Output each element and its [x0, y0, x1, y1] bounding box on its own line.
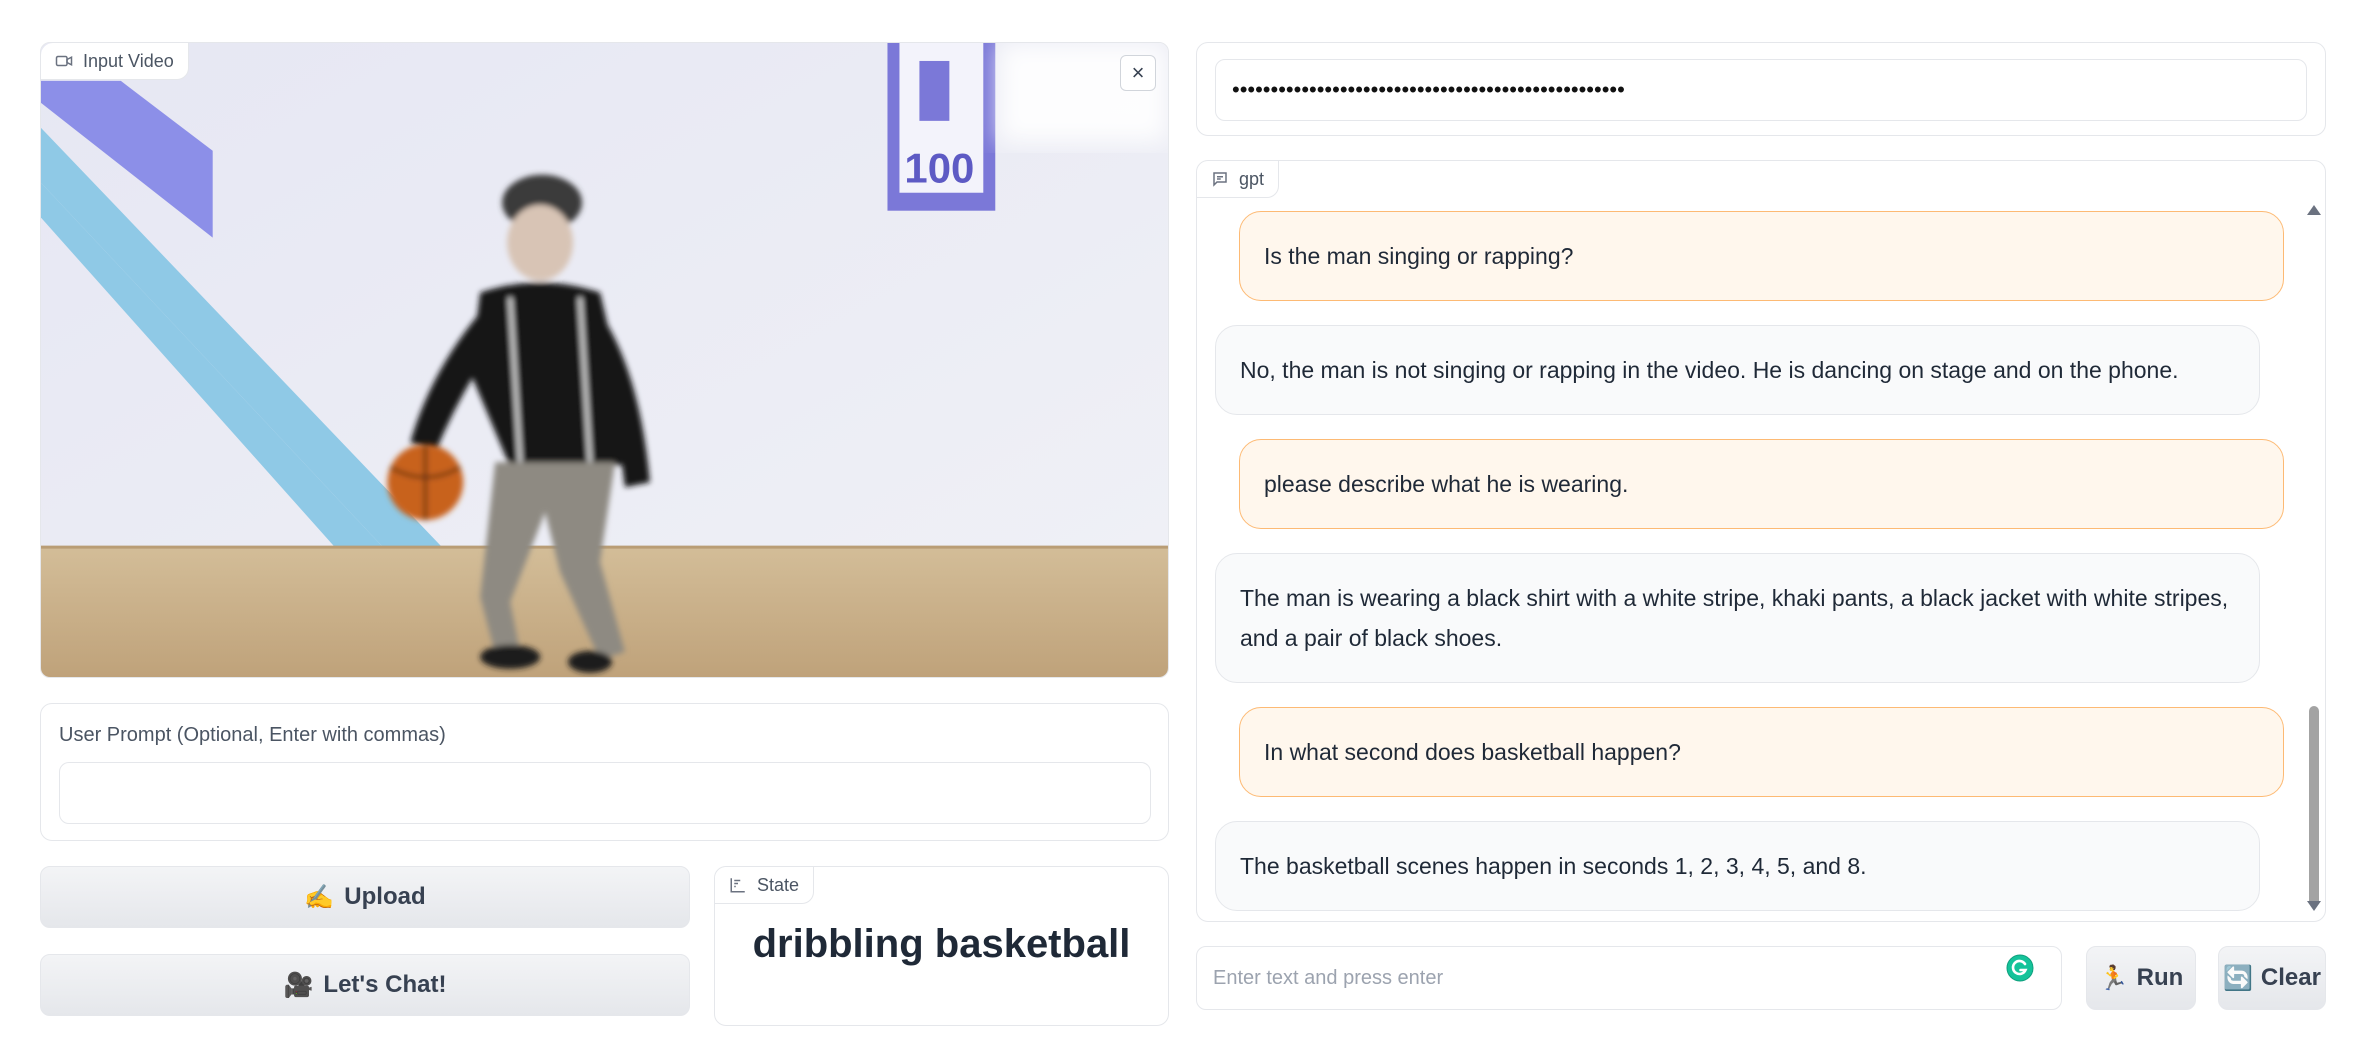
chat-bubble-icon: [1213, 172, 1227, 187]
state-panel: State dribbling basketball: [714, 866, 1169, 1026]
user-prompt-label: User Prompt (Optional, Enter with commas…: [59, 724, 446, 746]
message-text: In what second does basketball happen?: [1264, 739, 1681, 765]
message-text: The man is wearing a black shirt with a …: [1240, 585, 2229, 651]
basketball: [387, 444, 464, 521]
message-text: please describe what he is wearing.: [1264, 471, 1629, 497]
message-text: No, the man is not singing or rapping in…: [1240, 357, 2179, 383]
wall-sign: 100: [887, 43, 996, 211]
input-video-label-tag: Input Video: [41, 43, 189, 80]
refresh-icon: 🔄: [2223, 964, 2253, 992]
input-video-panel[interactable]: Input Video × 100: [40, 42, 1169, 678]
clear-button[interactable]: 🔄 Clear: [2218, 946, 2326, 1010]
input-video-label: Input Video: [83, 50, 174, 71]
chat-message-list[interactable]: Is the man singing or rapping? No, the m…: [1197, 161, 2325, 921]
close-video-button[interactable]: ×: [1120, 55, 1156, 91]
bar-chart-icon: [730, 878, 745, 893]
wall-sign-text: 100: [904, 145, 974, 192]
writing-hand-icon: ✍️: [304, 883, 335, 911]
chatbot-label-tag: gpt: [1197, 161, 1280, 198]
chatbot-label: gpt: [1239, 168, 1265, 189]
chat-scrollbar-thumb[interactable]: [2309, 706, 2319, 906]
upload-button-label: Upload: [344, 883, 426, 910]
api-key-panel: [1196, 42, 2326, 136]
video-camera-icon: [55, 55, 73, 67]
scroll-up-arrow-icon[interactable]: [2307, 205, 2321, 215]
video-frame[interactable]: 100: [41, 43, 1168, 678]
clear-button-label: Clear: [2260, 964, 2321, 991]
message-text: The basketball scenes happen in seconds …: [1240, 853, 1867, 879]
bot-message[interactable]: The basketball scenes happen in seconds …: [1215, 821, 2260, 911]
state-label: State: [757, 874, 800, 895]
run-button-label: Run: [2136, 964, 2184, 991]
bot-message[interactable]: The man is wearing a black shirt with a …: [1215, 553, 2260, 683]
chatbot-panel[interactable]: gpt Is the man singing or rapping? No, t…: [1196, 160, 2326, 922]
lets-chat-button[interactable]: 🎥 Let's Chat!: [40, 954, 690, 1016]
user-message[interactable]: please describe what he is wearing.: [1239, 439, 2284, 529]
running-person-icon: 🏃: [2098, 964, 2129, 992]
state-value: dribbling basketball: [752, 922, 1131, 966]
user-message[interactable]: Is the man singing or rapping?: [1239, 211, 2284, 301]
upload-button[interactable]: ✍️ Upload: [40, 866, 690, 928]
close-icon: ×: [1131, 60, 1145, 85]
grammarly-icon[interactable]: [2006, 954, 2034, 982]
lets-chat-button-label: Let's Chat!: [323, 971, 447, 998]
scroll-down-arrow-icon[interactable]: [2307, 901, 2321, 911]
user-prompt-input[interactable]: [59, 762, 1151, 824]
user-message[interactable]: In what second does basketball happen?: [1239, 707, 2284, 797]
message-text: Is the man singing or rapping?: [1264, 243, 1574, 269]
movie-camera-icon: 🎥: [283, 971, 314, 999]
api-key-input[interactable]: [1215, 59, 2307, 121]
message-input[interactable]: [1196, 946, 2062, 1010]
run-button[interactable]: 🏃 Run: [2086, 946, 2196, 1010]
bot-message[interactable]: No, the man is not singing or rapping in…: [1215, 325, 2260, 415]
user-prompt-panel: User Prompt (Optional, Enter with commas…: [40, 703, 1169, 841]
state-label-tag: State: [715, 867, 815, 904]
